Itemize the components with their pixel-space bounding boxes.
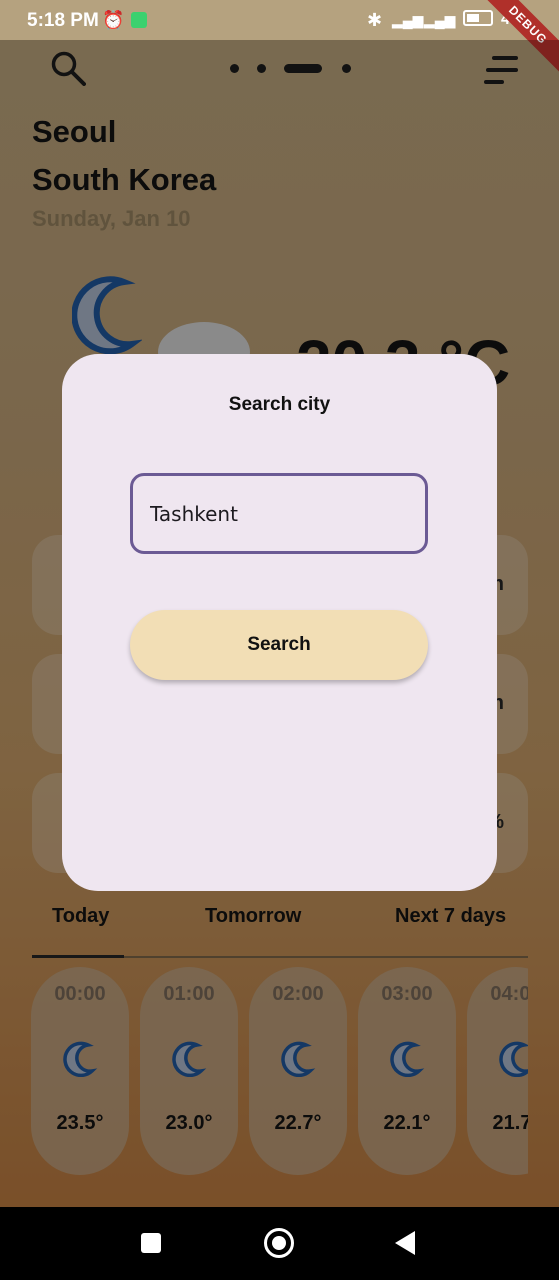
signal-4g-icon: ▂▄▆ — [424, 12, 456, 28]
dialog-title: Search city — [228, 394, 331, 415]
system-nav-bar — [0, 1207, 559, 1280]
app-notification-icon — [131, 12, 147, 28]
home-button[interactable] — [264, 1228, 294, 1258]
signal-icon: ▂▄▆ — [392, 12, 424, 28]
battery-icon — [463, 10, 493, 26]
recent-apps-button[interactable] — [141, 1233, 161, 1253]
back-button[interactable] — [395, 1231, 415, 1255]
alarm-icon: ⏰ — [102, 10, 125, 30]
weather-screen: 5:18 PM ⏰ ✱ ▂▄▆ ▂▄▆ 46 DEBUG Seoul South… — [0, 0, 559, 1280]
search-city-dialog: Search city Search — [62, 354, 497, 891]
status-bar: 5:18 PM ⏰ ✱ ▂▄▆ ▂▄▆ 46 DEBUG — [0, 0, 559, 79]
status-time: 5:18 PM — [27, 10, 99, 31]
bluetooth-icon: ✱ — [367, 10, 383, 30]
search-button[interactable]: Search — [130, 610, 428, 680]
city-search-input[interactable] — [130, 473, 428, 554]
